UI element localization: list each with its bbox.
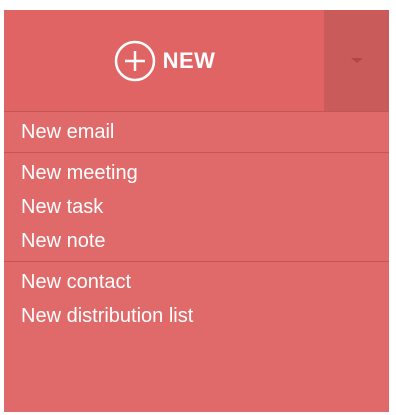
menu-item-new-note[interactable]: New note	[4, 224, 389, 258]
menu-item-new-distribution-list[interactable]: New distribution list	[4, 299, 389, 333]
menu-item-new-meeting[interactable]: New meeting	[4, 156, 389, 190]
menu-section-calendar: New meeting New task New note	[4, 153, 389, 262]
menu-section-email: New email	[4, 111, 389, 153]
menu-section-contacts: New contact New distribution list	[4, 262, 389, 336]
new-bar: NEW	[4, 10, 389, 111]
new-item-menu: New email New meeting New task New note …	[4, 111, 389, 336]
caret-down-icon	[350, 58, 363, 63]
menu-item-new-task[interactable]: New task	[4, 190, 389, 224]
menu-item-new-email[interactable]: New email	[4, 115, 389, 149]
new-dropdown-toggle[interactable]	[324, 10, 389, 111]
menu-item-new-contact[interactable]: New contact	[4, 265, 389, 299]
new-item-widget: NEW New email New meeting New task New n…	[4, 10, 389, 412]
new-button-label: NEW	[162, 47, 216, 73]
new-button[interactable]: NEW	[4, 10, 324, 111]
plus-circle-icon	[114, 40, 155, 81]
